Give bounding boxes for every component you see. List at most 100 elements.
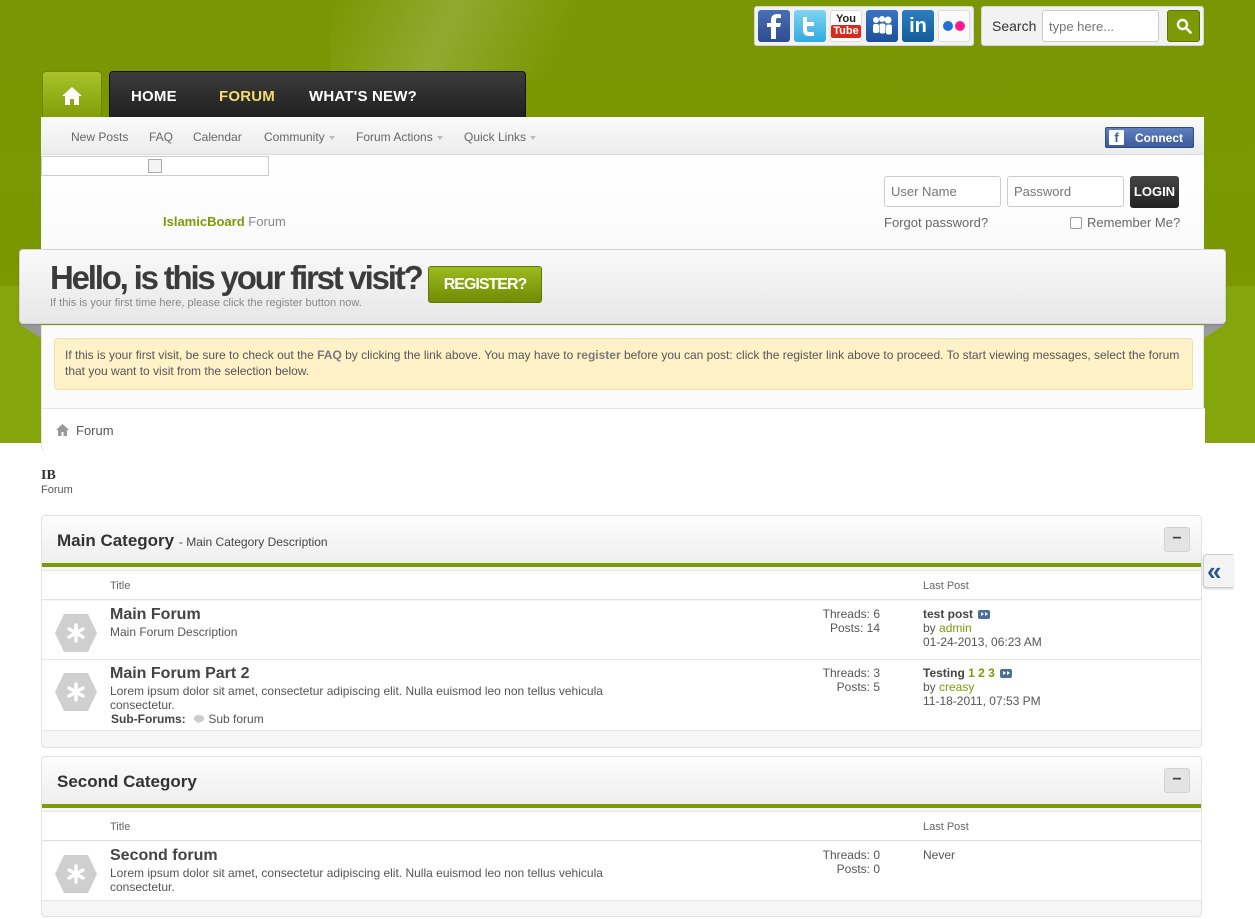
home-tab-button[interactable] <box>42 71 102 121</box>
category-title[interactable]: Second Category <box>57 772 197 792</box>
nav-whats-new[interactable]: WHAT'S NEW? <box>309 88 417 105</box>
forum-status-icon <box>55 855 97 893</box>
username-input[interactable] <box>884 176 1001 207</box>
forum-posts: Posts: 5 <box>836 680 880 694</box>
chevron-down-icon <box>328 135 335 140</box>
last-post-user[interactable]: admin <box>939 621 972 635</box>
youtube-icon[interactable]: You Tube <box>830 10 862 42</box>
last-post-pages[interactable]: 1 2 3 <box>968 666 995 680</box>
last-post-by: by <box>923 680 940 694</box>
forgot-password-link[interactable]: Forgot password? <box>884 215 988 230</box>
site-brand[interactable]: IslamicBoard <box>163 214 245 229</box>
last-post-by: by <box>923 621 940 635</box>
last-post: test post by admin 01-24-2013, 06:23 AM <box>923 607 1042 649</box>
column-title: Title <box>110 821 131 833</box>
login-button[interactable]: LOGIN <box>1130 176 1179 208</box>
forum-description: Main Forum Description <box>110 625 238 639</box>
sidebar-toggle-button[interactable]: « <box>1203 554 1233 588</box>
forum-posts: Posts: 0 <box>836 862 880 876</box>
facebook-icon[interactable] <box>758 10 790 42</box>
column-headers: Title Last Post <box>42 570 1201 600</box>
category-description: - Main Category Description <box>178 535 328 549</box>
subnav-calendar[interactable]: Calendar <box>193 130 242 144</box>
main-navigation: HOME FORUM WHAT'S NEW? <box>109 71 526 121</box>
nav-home[interactable]: HOME <box>131 88 177 105</box>
collapse-button[interactable]: − <box>1164 527 1190 552</box>
facebook-icon: f <box>1109 130 1124 145</box>
collapse-button[interactable]: − <box>1164 768 1190 793</box>
double-chevron-left-icon: « <box>1207 556 1222 586</box>
search-label: Search <box>992 18 1037 34</box>
page-title: IB <box>41 468 56 483</box>
home-icon <box>62 87 82 105</box>
forum-title[interactable]: Second forum <box>110 847 218 865</box>
subnav-community[interactable]: Community <box>264 130 335 144</box>
flickr-icon[interactable] <box>938 10 970 42</box>
subnav-faq[interactable]: FAQ <box>149 130 173 144</box>
notice-register-link[interactable]: register <box>577 348 621 362</box>
remember-me[interactable]: Remember Me? <box>1070 215 1180 230</box>
go-to-last-post-icon[interactable] <box>978 610 991 619</box>
site-logo[interactable] <box>41 156 269 176</box>
column-title: Title <box>110 580 131 592</box>
subnav-forum-actions-label: Forum Actions <box>356 130 433 144</box>
search-icon <box>1176 18 1192 34</box>
last-post-user[interactable]: creasy <box>939 680 974 694</box>
broken-image-icon <box>148 159 162 173</box>
category-name: Main Category <box>57 531 175 550</box>
speech-bubble-icon <box>194 715 205 724</box>
sub-forum-link[interactable]: Sub forum <box>208 712 263 726</box>
facebook-connect-button[interactable]: f Connect <box>1105 127 1194 148</box>
notice-text-1: If this is your first visit, be sure to … <box>65 348 318 362</box>
password-input[interactable] <box>1007 176 1124 207</box>
forum-stats: Threads: 6 Posts: 14 <box>782 607 880 635</box>
subnav-quick-links[interactable]: Quick Links <box>464 130 537 144</box>
last-post: Never <box>923 848 955 862</box>
forum-threads: Threads: 3 <box>822 666 880 680</box>
chevron-down-icon <box>436 135 443 140</box>
search-input[interactable] <box>1042 10 1159 42</box>
category-title[interactable]: Main Category - Main Category Descriptio… <box>57 531 328 551</box>
remember-me-label: Remember Me? <box>1087 215 1181 230</box>
ribbon-fold-right <box>1204 324 1226 338</box>
forum-title[interactable]: Main Forum <box>110 606 201 624</box>
facebook-connect-label: Connect <box>1135 131 1183 145</box>
notice-text-2: by clicking the link above. You may have… <box>341 348 577 362</box>
register-button[interactable]: REGISTER? <box>428 266 542 303</box>
last-post-date: 01-24-2013, 06:23 AM <box>923 635 1042 649</box>
category-second: Second Category − Title Last Post Second… <box>41 756 1202 917</box>
notice-faq-link[interactable]: FAQ <box>317 348 342 362</box>
header-panel: New Posts FAQ Calendar Community Forum A… <box>41 117 1204 250</box>
column-last-post: Last Post <box>923 821 969 833</box>
forum-stats: Threads: 0 Posts: 0 <box>782 848 880 876</box>
nav-forum[interactable]: FORUM <box>219 88 275 105</box>
forum-title[interactable]: Main Forum Part 2 <box>110 665 250 683</box>
breadcrumb: Forum <box>42 408 1205 451</box>
forum-status-icon <box>55 673 97 711</box>
myspace-icon[interactable] <box>866 10 898 42</box>
last-post: Testing 1 2 3 by creasy 11-18-2011, 07:5… <box>923 666 1041 708</box>
subnav-new-posts[interactable]: New Posts <box>71 130 128 144</box>
social-links: You Tube in <box>754 6 974 46</box>
linkedin-icon[interactable]: in <box>902 10 934 42</box>
header-sheen <box>330 0 660 80</box>
subnav-forum-actions[interactable]: Forum Actions <box>356 130 443 144</box>
go-to-last-post-icon[interactable] <box>1000 669 1013 678</box>
welcome-ribbon: Hello, is this your first visit? If this… <box>19 249 1226 324</box>
remember-me-checkbox[interactable] <box>1070 217 1082 229</box>
page-subtitle: Forum <box>41 484 73 496</box>
forum-row: Main Forum Part 2 Lorem ipsum dolor sit … <box>42 660 1201 731</box>
last-post-title[interactable]: test post <box>923 607 973 621</box>
sub-forums: Sub-Forums: Sub forum <box>111 712 264 726</box>
forum-posts: Posts: 14 <box>829 621 880 635</box>
search-button[interactable] <box>1167 10 1200 42</box>
last-post-title[interactable]: Testing <box>923 666 965 680</box>
category-main: Main Category - Main Category Descriptio… <box>41 515 1202 748</box>
breadcrumb-forum[interactable]: Forum <box>76 423 114 438</box>
twitter-icon[interactable] <box>794 10 826 42</box>
ribbon-fold-left <box>19 324 41 338</box>
welcome-heading: Hello, is this your first visit? <box>50 259 424 296</box>
column-headers: Title Last Post <box>42 811 1201 841</box>
forum-description: Lorem ipsum dolor sit amet, consectetur … <box>110 684 603 712</box>
home-icon[interactable] <box>56 424 69 436</box>
